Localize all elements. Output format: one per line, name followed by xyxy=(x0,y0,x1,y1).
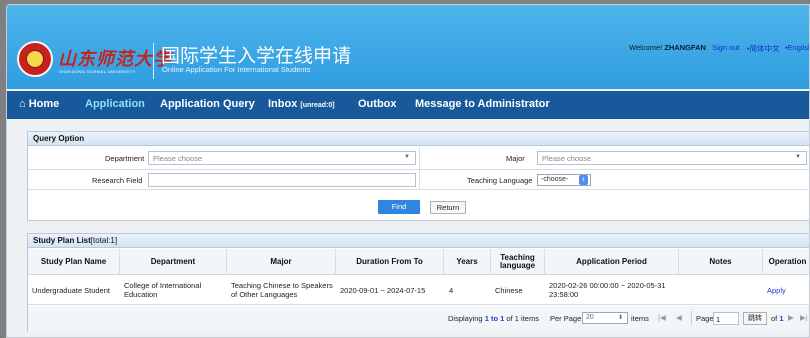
next-page-icon[interactable]: ▶ xyxy=(788,313,794,322)
range-from: 1 xyxy=(484,314,489,323)
page-label: Page xyxy=(696,314,714,323)
goto-button[interactable]: 跳转 xyxy=(743,312,767,325)
last-page-icon[interactable]: ▶| xyxy=(800,313,808,322)
nav-home[interactable]: ⌂ Home xyxy=(19,98,59,110)
research-field-label: Research Field xyxy=(92,176,143,185)
nav-message-admin[interactable]: Message to Administrator xyxy=(415,98,550,110)
cell-study-plan-name: Undergraduate Student xyxy=(32,286,110,295)
total-items: 1 xyxy=(514,314,519,323)
nav-outbox[interactable]: Outbox xyxy=(358,98,397,110)
header-divider xyxy=(153,43,154,79)
major-label: Major xyxy=(506,154,525,163)
col-department: Department xyxy=(120,249,227,275)
cell-department: College of International Education xyxy=(124,281,202,299)
return-button[interactable]: Return xyxy=(430,201,466,214)
per-page-select[interactable]: 20 ⬍ xyxy=(582,312,628,324)
find-button[interactable]: Find xyxy=(378,200,420,214)
site-subtitle: Online Application For International Stu… xyxy=(162,65,311,74)
nav-application-query[interactable]: Application Query xyxy=(160,98,255,110)
username: ZHANGFAN xyxy=(664,43,706,52)
per-page-label: Per Page xyxy=(550,314,582,323)
logo-emblem xyxy=(26,50,44,68)
range-to-label: to xyxy=(490,314,499,323)
col-teaching-language: Teaching language xyxy=(491,249,545,275)
col-application-period: Application Period xyxy=(545,249,679,275)
logo-subtext: SHANDONG NORMAL UNIVERSITY xyxy=(59,69,136,74)
query-panel: Query Option Department Please choose ▼ M… xyxy=(27,131,809,221)
select-arrows-icon: ⇕ xyxy=(579,175,588,185)
table-header: Study Plan Name Department Major Duratio… xyxy=(28,249,809,275)
department-select[interactable]: Please choose ▼ xyxy=(148,151,416,165)
pagination-bar: Displaying 1 to 1 of 1 items Per Page 20… xyxy=(28,306,809,332)
range-to: 1 xyxy=(500,314,505,323)
nav-inbox[interactable]: Inbox [unread:0] xyxy=(268,98,335,110)
study-plan-title: Study Plan List[total:1] xyxy=(28,234,809,248)
cell-years: 4 xyxy=(449,286,454,295)
pager-divider xyxy=(691,311,692,325)
nav-home-label: Home xyxy=(28,98,60,110)
welcome-label: Welcome! xyxy=(629,43,663,52)
home-icon: ⌂ xyxy=(19,98,26,110)
cell-major: Teaching Chinese to Speakers of Other La… xyxy=(231,281,333,299)
unread-badge: [unread:0] xyxy=(300,102,335,109)
of-pages-label: of xyxy=(771,314,778,323)
study-plan-total: [total:1] xyxy=(90,236,118,245)
welcome-text: Welcome! ZHANGFAN xyxy=(629,43,706,52)
page-number-input[interactable]: 1 xyxy=(713,312,739,325)
research-field-input[interactable] xyxy=(148,173,416,187)
site-title: 国际学生入学在线申请 xyxy=(161,46,352,67)
select-arrows-icon: ⬍ xyxy=(617,315,623,321)
logo-text: 山东师范大学 xyxy=(58,49,172,70)
per-page-items-label: items xyxy=(631,314,649,323)
col-operation: Operation xyxy=(768,257,807,266)
of-label: of xyxy=(506,314,513,323)
per-page-value: 20 xyxy=(586,314,594,321)
university-logo xyxy=(17,41,53,77)
major-select[interactable]: Please choose ▼ xyxy=(537,151,807,165)
chevron-down-icon: ▼ xyxy=(404,154,410,160)
nav-application[interactable]: Application xyxy=(85,98,145,110)
major-placeholder: Please choose xyxy=(542,154,592,163)
col-duration: Duration From To xyxy=(336,249,444,275)
nav-inbox-label: Inbox xyxy=(268,98,298,110)
col-study-plan-name: Study Plan Name xyxy=(28,249,120,275)
department-label: Department xyxy=(105,154,145,163)
study-plan-title-label: Study Plan List xyxy=(33,236,91,245)
lang-english-link[interactable]: •English xyxy=(785,43,809,52)
col-notes: Notes xyxy=(679,249,763,275)
items-label: items xyxy=(521,314,539,323)
lang-chinese-link[interactable]: •简体中文 xyxy=(747,43,780,54)
prev-page-icon[interactable]: ◀ xyxy=(676,313,682,322)
first-page-icon[interactable]: |◀ xyxy=(658,313,666,322)
query-panel-title: Query Option xyxy=(28,132,809,146)
cell-teaching-language: Chinese xyxy=(495,286,523,295)
sign-out-link[interactable]: Sign out xyxy=(712,43,740,52)
col-major: Major xyxy=(227,249,336,275)
app-window: 山东师范大学 SHANDONG NORMAL UNIVERSITY 国际学生入学… xyxy=(6,4,810,338)
table-row: Undergraduate Student College of Interna… xyxy=(28,276,809,305)
display-summary: Displaying 1 to 1 of 1 items xyxy=(448,314,539,323)
teaching-language-label: Teaching Language xyxy=(467,176,533,185)
cell-application-period: 2020-02-26 00:00:00 ~ 2020-05-31 23:58:0… xyxy=(549,281,666,299)
department-placeholder: Please choose xyxy=(153,154,203,163)
apply-link[interactable]: Apply xyxy=(767,286,807,295)
study-plan-panel: Study Plan List[total:1] Study Plan Name… xyxy=(27,233,809,332)
col-years: Years xyxy=(444,249,491,275)
display-label: Displaying xyxy=(448,314,483,323)
cell-duration: 2020-09-01 ~ 2024-07-15 xyxy=(340,286,426,295)
page-total: 1 xyxy=(779,314,784,323)
chevron-down-icon: ▼ xyxy=(795,154,801,160)
teaching-language-value: -choose- xyxy=(541,176,569,183)
of-pages: of 1 xyxy=(771,314,784,323)
